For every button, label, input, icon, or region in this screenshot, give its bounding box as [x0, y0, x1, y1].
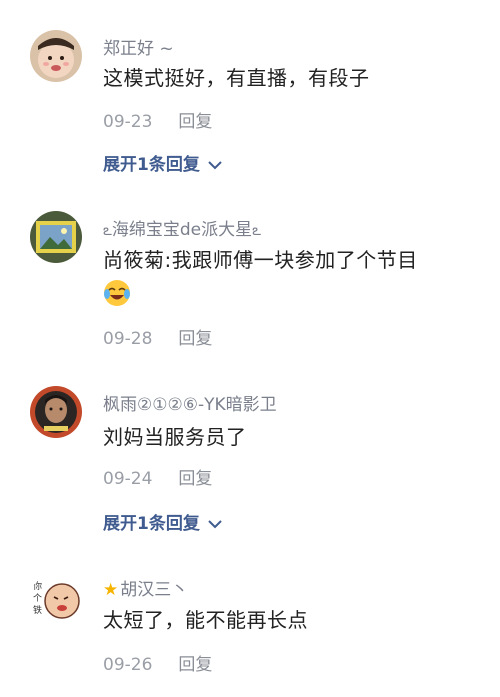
comment-text: 尚筱菊:我跟师傅一块参加了个节目	[103, 248, 418, 272]
comment-meta: 09-23 回复	[103, 107, 212, 132]
swirl-decoration-icon: ఽ	[252, 221, 261, 239]
laughing-crying-emoji	[103, 279, 131, 307]
svg-text:铁: 铁	[33, 604, 42, 616]
comment-username[interactable]: ★ 胡汉三丶	[103, 575, 188, 600]
cartoon-face-avatar[interactable]: 你 个 铁	[30, 573, 82, 625]
svg-text:你: 你	[33, 580, 42, 592]
expand-replies-button[interactable]: 展开1条回复	[103, 509, 222, 534]
comment-date: 09-23	[103, 112, 153, 132]
comment-username[interactable]: ఽ海绵宝宝de派大星ఽ	[103, 215, 261, 243]
comment-text: 刘妈当服务员了	[103, 425, 247, 449]
landscape-photo-avatar[interactable]	[30, 211, 82, 263]
comment-date: 09-28	[103, 329, 153, 349]
comment-text: 这模式挺好，有直播，有段子	[103, 66, 370, 90]
comment-username[interactable]: 枫雨②①②⑥-YK暗影卫	[103, 390, 277, 415]
comment-meta: 09-28 回复	[103, 324, 212, 349]
reply-button[interactable]: 回复	[178, 469, 212, 489]
reply-button[interactable]: 回复	[178, 329, 212, 349]
baby-face-avatar[interactable]	[30, 30, 82, 82]
comment-meta: 09-26 回复	[103, 650, 212, 675]
comment-list: 郑正好 ~ 这模式挺好，有直播，有段子 09-23 回复 展开1条回复 ఽ海绵宝宝…	[0, 0, 500, 697]
reply-button[interactable]: 回复	[178, 655, 212, 675]
chevron-down-icon	[208, 514, 222, 534]
svg-text:个: 个	[33, 593, 42, 604]
chevron-down-icon	[208, 155, 222, 175]
reply-button[interactable]: 回复	[178, 112, 212, 132]
expand-replies-button[interactable]: 展开1条回复	[103, 150, 222, 175]
comment-meta: 09-24 回复	[103, 464, 212, 489]
username-label: 海绵宝宝de派大星	[111, 220, 253, 240]
star-icon: ★	[103, 580, 119, 600]
comment-text: 太短了，能不能再长点	[103, 608, 308, 632]
comment-username[interactable]: 郑正好 ~	[103, 34, 174, 59]
expand-replies-label: 展开1条回复	[103, 155, 200, 175]
expand-replies-label: 展开1条回复	[103, 514, 200, 534]
username-label: 胡汉三丶	[120, 580, 189, 600]
man-portrait-avatar[interactable]	[30, 386, 82, 438]
comment-date: 09-26	[103, 655, 153, 675]
comment-date: 09-24	[103, 469, 153, 489]
swirl-decoration-icon: ఽ	[103, 221, 112, 239]
